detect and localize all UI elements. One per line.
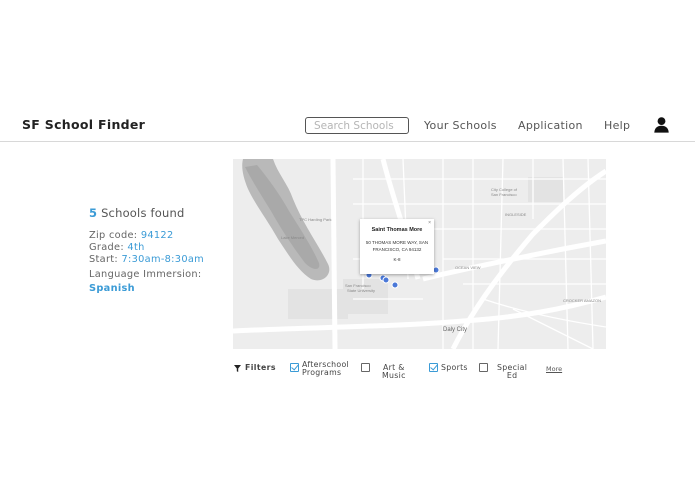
schools-count: 5	[89, 206, 98, 220]
brand-title[interactable]: SF School Finder	[22, 117, 145, 132]
grade-label: Grade:	[89, 242, 124, 253]
svg-text:San Francisco: San Francisco	[491, 192, 517, 197]
grade-value: 4th	[127, 242, 145, 253]
zip-value: 94122	[140, 230, 174, 241]
art-music-checkbox[interactable]	[361, 363, 370, 372]
afterschool-checkbox[interactable]	[290, 363, 299, 372]
popup-school-name: Saint Thomas More	[371, 227, 423, 233]
results-summary: 5 Schools found Zip code: 94122 Grade: 4…	[89, 206, 204, 295]
art-music-label: Art & Music	[382, 363, 406, 380]
search-input[interactable]	[305, 117, 409, 134]
schools-found-label: Schools found	[101, 206, 185, 220]
popup-grade: K-8	[393, 257, 401, 262]
school-map[interactable]: TPC Harding Park Lake Merced City Colleg…	[233, 159, 606, 349]
special-ed-label: Special Ed	[497, 363, 528, 380]
grade-row: Grade: 4th	[89, 242, 204, 254]
start-row: Start: 7:30am-8:30am	[89, 254, 204, 266]
map-label-lake: Lake Merced	[281, 235, 304, 240]
filters-bar: Filters Afterschool Programs Art & Music…	[234, 361, 614, 383]
special-ed-checkbox[interactable]	[479, 363, 488, 372]
nav-your-schools[interactable]: Your Schools	[424, 119, 497, 132]
language-value: Spanish	[89, 283, 135, 294]
schools-found-heading: 5 Schools found	[89, 206, 204, 220]
map-label-crocker: CROCKER AMAZON	[563, 298, 601, 303]
start-value: 7:30am-8:30am	[121, 254, 204, 265]
sports-label: Sports	[441, 363, 468, 372]
language-label: Language Immersion:	[89, 269, 202, 280]
sports-checkbox[interactable]	[429, 363, 438, 372]
school-info-popup[interactable]: × Saint Thomas More 50 THOMAS MORE WAY, …	[360, 219, 434, 274]
svg-text:State University: State University	[347, 288, 375, 293]
filter-icon	[234, 364, 241, 372]
map-label-oceanview: OCEAN VIEW	[455, 265, 481, 270]
school-pin[interactable]	[391, 281, 399, 289]
more-filters-link[interactable]: More	[546, 365, 562, 373]
zip-label: Zip code:	[89, 230, 138, 241]
school-pin[interactable]	[382, 276, 390, 284]
close-icon[interactable]: ×	[428, 220, 431, 226]
afterschool-label: Afterschool Programs	[302, 360, 350, 377]
start-label: Start:	[89, 254, 119, 265]
language-row: Language Immersion: Spanish	[89, 269, 204, 295]
map-label-golf: TPC Harding Park	[299, 217, 331, 222]
map-label-daly-city: Daly City	[443, 327, 467, 333]
zip-code-row: Zip code: 94122	[89, 230, 204, 242]
filters-label[interactable]: Filters	[234, 363, 276, 372]
user-icon[interactable]	[653, 116, 670, 133]
nav-help[interactable]: Help	[604, 119, 630, 132]
map-label-ingleside: INGLESIDE	[505, 212, 527, 217]
top-nav-bar: SF School Finder Your Schools Applicatio…	[0, 108, 695, 142]
nav-application[interactable]: Application	[518, 119, 583, 132]
search-criteria: Zip code: 94122 Grade: 4th Start: 7:30am…	[89, 230, 204, 295]
popup-address: 50 THOMAS MORE WAY, SAN FRANCISCO, CA 94…	[365, 240, 429, 252]
